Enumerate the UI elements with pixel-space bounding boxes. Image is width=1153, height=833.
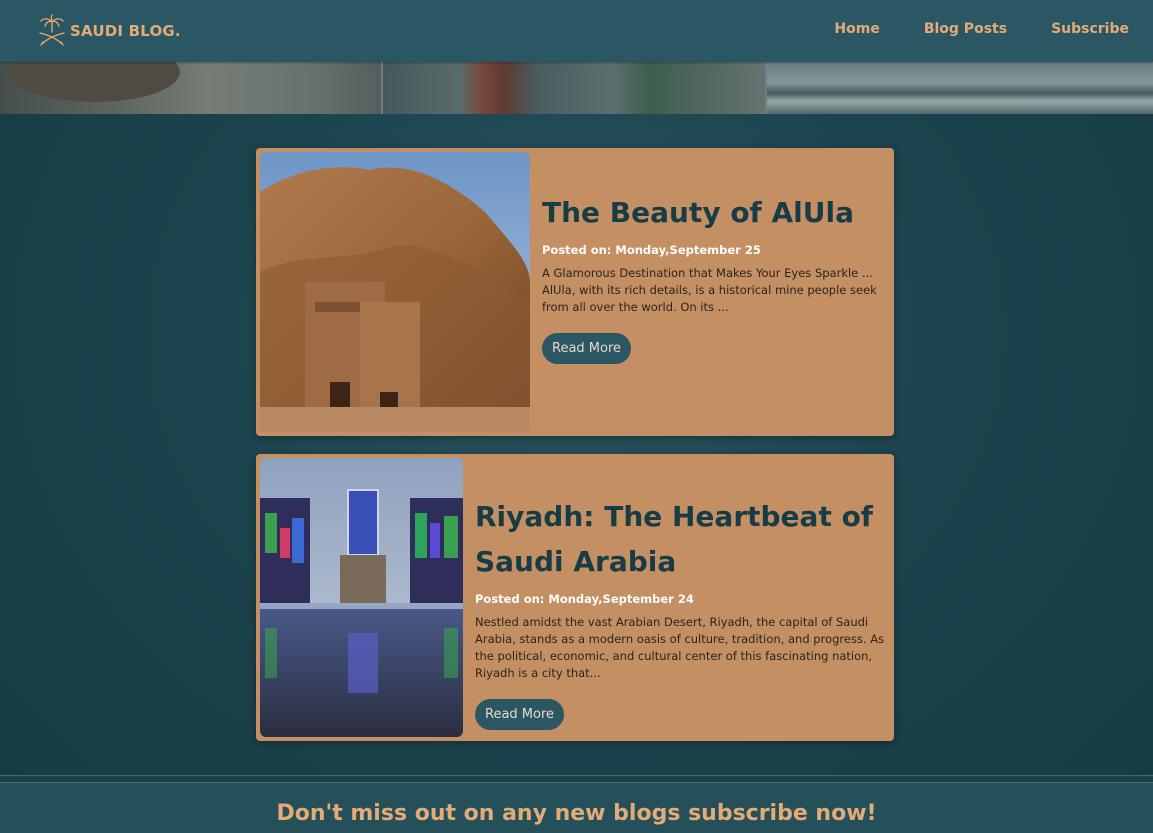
site-logo[interactable]: SAUDI BLOG. bbox=[38, 14, 181, 48]
post-content: Riyadh: The Heartbeat of Saudi Arabia Po… bbox=[475, 494, 885, 730]
navbar: SAUDI BLOG. Home Blog Posts Subscribe bbox=[0, 0, 1153, 62]
post-title[interactable]: The Beauty of AlUla bbox=[542, 190, 882, 235]
nav-home[interactable]: Home bbox=[834, 21, 879, 37]
post-card: The Beauty of AlUla Posted on: Monday,Se… bbox=[256, 148, 894, 436]
post-thumbnail-riyadh[interactable] bbox=[260, 458, 463, 737]
hero-image-crowd bbox=[767, 62, 1153, 114]
nav-subscribe[interactable]: Subscribe bbox=[1051, 21, 1129, 37]
read-more-button[interactable]: Read More bbox=[542, 333, 632, 364]
post-excerpt: A Glamorous Destination that Makes Your … bbox=[542, 266, 877, 314]
hero-image-strip bbox=[0, 62, 1153, 114]
hero-image-pottery bbox=[0, 62, 383, 114]
nav-blog-posts[interactable]: Blog Posts bbox=[924, 21, 1007, 37]
post-date: Posted on: Monday,September 25 bbox=[542, 243, 761, 257]
subscribe-cta: Don't miss out on any new blogs subscrib… bbox=[276, 801, 877, 826]
alula-rock-image bbox=[260, 152, 530, 432]
brand-name: SAUDI BLOG. bbox=[70, 22, 181, 40]
post-date: Posted on: Monday,September 24 bbox=[475, 592, 694, 606]
post-thumbnail-alula[interactable] bbox=[260, 152, 530, 432]
main-nav: Home Blog Posts Subscribe bbox=[834, 21, 1129, 37]
post-title[interactable]: Riyadh: The Heartbeat of Saudi Arabia bbox=[475, 494, 885, 584]
section-divider bbox=[0, 775, 1153, 783]
riyadh-boulevard-image bbox=[260, 458, 463, 737]
hero-image-city-street bbox=[383, 62, 767, 114]
subscribe-banner: Don't miss out on any new blogs subscrib… bbox=[0, 783, 1153, 833]
post-card: Riyadh: The Heartbeat of Saudi Arabia Po… bbox=[256, 454, 894, 741]
read-more-button[interactable]: Read More bbox=[475, 699, 565, 730]
palm-swords-icon bbox=[39, 14, 65, 46]
post-content: The Beauty of AlUla Posted on: Monday,Se… bbox=[542, 190, 882, 364]
post-excerpt: Nestled amidst the vast Arabian Desert, … bbox=[475, 615, 885, 680]
